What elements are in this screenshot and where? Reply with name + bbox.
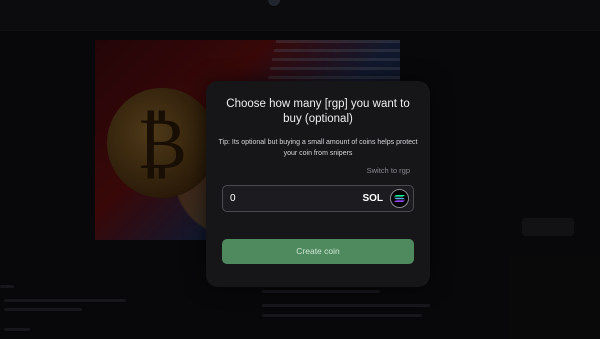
dialog-title: Choose how many [rgp] you want to buy (o… (226, 98, 410, 125)
currency-label: SOL (362, 193, 383, 204)
amount-field: SOL (222, 185, 414, 212)
amount-input[interactable] (230, 186, 340, 211)
switch-currency-link[interactable]: Switch to rgp (367, 166, 410, 175)
create-coin-button[interactable]: Create coin (222, 239, 414, 264)
solana-icon (390, 189, 409, 208)
buy-amount-dialog: Choose how many [rgp] you want to buy (o… (206, 81, 430, 287)
dialog-tip-text: Tip: Its optional but buying a small amo… (218, 139, 418, 157)
